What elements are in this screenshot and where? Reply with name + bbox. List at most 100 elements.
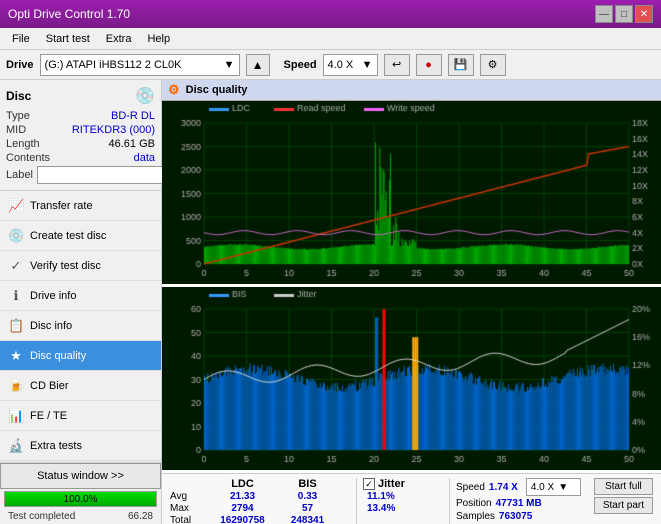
main-layout: Disc 💿 Type BD-R DL MID RITEKDR3 (000) L… [0,80,661,524]
sidebar-item-verify-test-disc[interactable]: ✓ Verify test disc [0,251,161,281]
samples-label: Samples [456,511,495,522]
mid-value: RITEKDR3 (000) [72,124,155,136]
jitter-avg: 11.1% [363,491,443,502]
save-button[interactable]: 💾 [448,54,474,76]
speed-select-arrow: ▼ [558,482,568,493]
bis-max: 57 [275,503,340,514]
create-test-disc-icon: 💿 [8,228,24,244]
menu-file[interactable]: File [4,31,38,47]
disc-panel: Disc 💿 Type BD-R DL MID RITEKDR3 (000) L… [0,80,161,191]
status-window-button[interactable]: Status window >> [0,463,161,489]
cd-bier-label: CD Bier [30,380,69,392]
record-button[interactable]: ● [416,54,442,76]
refresh-button[interactable]: ↩ [384,54,410,76]
eject-button[interactable]: ▲ [246,54,270,76]
bis-total: 248341 [275,515,340,524]
menu-help[interactable]: Help [139,31,178,47]
sidebar-item-cd-bier[interactable]: 🍺 CD Bier [0,371,161,401]
stats-divider-1 [356,478,357,524]
top-chart-canvas [162,101,661,284]
start-part-button[interactable]: Start part [594,497,653,514]
sidebar-item-disc-quality[interactable]: ★ Disc quality [0,341,161,371]
sidebar: Disc 💿 Type BD-R DL MID RITEKDR3 (000) L… [0,80,162,524]
drive-info-icon: ℹ [8,288,24,304]
length-value: 46.61 GB [109,138,155,150]
extra-tests-label: Extra tests [30,440,82,452]
content-area: ⚙ Disc quality LDC BIS [162,80,661,524]
speed-value: 4.0 X [328,59,354,71]
titlebar: Opti Drive Control 1.70 — □ ✕ [0,0,661,28]
verify-test-disc-icon: ✓ [8,258,24,274]
minimize-button[interactable]: — [595,5,613,23]
drive-info-label: Drive info [30,290,76,302]
max-label: Max [170,503,210,514]
fe-te-icon: 📊 [8,408,24,424]
sidebar-item-create-test-disc[interactable]: 💿 Create test disc [0,221,161,251]
ldc-total: 16290758 [210,515,275,524]
bottom-chart-wrapper [162,287,661,473]
speed-dropdown-arrow: ▼ [362,59,373,71]
window-controls: — □ ✕ [595,5,653,23]
chart-header-icon: ⚙ [168,82,180,98]
ldc-max: 2794 [210,503,275,514]
total-label: Total [170,515,210,524]
app-title: Opti Drive Control 1.70 [8,7,130,21]
sidebar-item-extra-tests[interactable]: 🔬 Extra tests [0,431,161,461]
extra-tests-icon: 🔬 [8,438,24,454]
disc-icon: 💿 [135,86,155,106]
bis-avg: 0.33 [275,491,340,502]
jitter-checkbox[interactable]: ✓ [363,478,375,490]
speed-selector[interactable]: 4.0 X ▼ [323,54,378,76]
menu-start-test[interactable]: Start test [38,31,98,47]
stats-divider-2 [449,478,450,524]
create-test-disc-label: Create test disc [30,230,106,242]
drive-label: Drive [6,59,34,71]
disc-label-label: Label [6,169,33,181]
disc-quality-label: Disc quality [30,350,86,362]
close-button[interactable]: ✕ [635,5,653,23]
menubar: File Start test Extra Help [0,28,661,50]
jitter-label: Jitter [378,478,405,490]
speed-stat-val: 1.74 X [489,482,518,493]
chart-header-title: Disc quality [186,84,248,96]
disc-info-icon: 📋 [8,318,24,334]
disc-quality-icon: ★ [8,348,24,364]
mid-label: MID [6,124,26,136]
transfer-rate-label: Transfer rate [30,200,93,212]
status-speed: 66.28 [124,510,157,523]
speed-select-stat[interactable]: 4.0 X ▼ [526,478,581,496]
drive-name: (G:) ATAPI iHBS112 2 CL0K [45,59,182,71]
disc-label-input[interactable] [37,166,175,184]
top-chart-wrapper [162,101,661,287]
fe-te-label: FE / TE [30,410,67,422]
status-area: Status window >> 100.0% Test completed 6… [0,462,161,524]
speed-label: Speed [284,59,317,71]
chart-header: ⚙ Disc quality [162,80,661,101]
menu-extra[interactable]: Extra [98,31,140,47]
ldc-header: LDC [210,478,275,490]
ldc-avg: 21.33 [210,491,275,502]
sidebar-item-transfer-rate[interactable]: 📈 Transfer rate [0,191,161,221]
drive-selector[interactable]: (G:) ATAPI iHBS112 2 CL0K ▼ [40,54,240,76]
speed-stat-label: Speed [456,482,485,493]
speed-select-value: 4.0 X [531,482,554,493]
nav-items: 📈 Transfer rate 💿 Create test disc ✓ Ver… [0,191,161,462]
sidebar-item-fe-te[interactable]: 📊 FE / TE [0,401,161,431]
verify-test-disc-label: Verify test disc [30,260,101,272]
stats-area: LDC BIS Avg 21.33 0.33 Max 2794 57 Total… [162,473,661,524]
samples-val: 763075 [499,511,532,522]
cd-bier-icon: 🍺 [8,378,24,394]
charts-container [162,101,661,473]
sidebar-item-disc-info[interactable]: 📋 Disc info [0,311,161,341]
start-full-button[interactable]: Start full [594,478,653,495]
bottom-chart-canvas [162,287,661,470]
position-label: Position [456,498,492,509]
sidebar-item-drive-info[interactable]: ℹ Drive info [0,281,161,311]
avg-label: Avg [170,491,210,502]
type-value: BD-R DL [111,110,155,122]
action-buttons: Start full Start part [594,478,653,524]
maximize-button[interactable]: □ [615,5,633,23]
transfer-rate-icon: 📈 [8,198,24,214]
settings-button[interactable]: ⚙ [480,54,506,76]
disc-info-label: Disc info [30,320,72,332]
